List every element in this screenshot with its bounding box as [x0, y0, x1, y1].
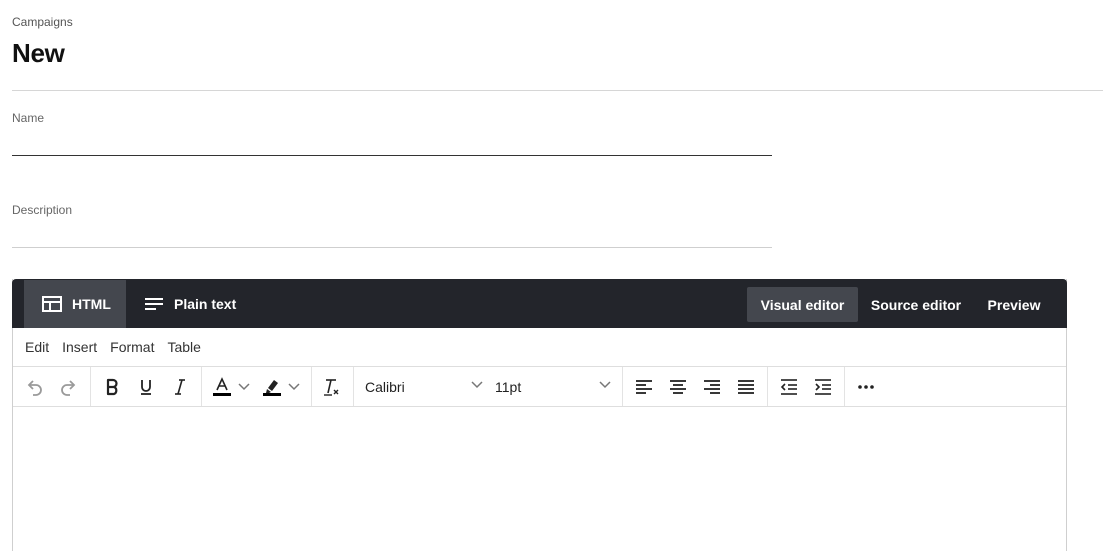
chevron-down-icon [471, 381, 483, 389]
menu-insert[interactable]: Insert [62, 339, 97, 355]
align-right-icon [704, 380, 720, 394]
name-label: Name [12, 111, 45, 125]
text-color-icon [213, 377, 231, 396]
clear-formatting-icon [324, 379, 339, 396]
editor-content-area[interactable] [13, 407, 1066, 551]
align-center-button[interactable] [665, 374, 691, 400]
more-icon [858, 385, 874, 389]
font-size-value: 11pt [495, 379, 522, 395]
bold-button[interactable] [99, 374, 125, 400]
menu-table[interactable]: Table [167, 339, 200, 355]
menu-edit[interactable]: Edit [25, 339, 49, 355]
undo-icon [27, 380, 42, 396]
tab-html[interactable]: HTML [24, 280, 126, 328]
chevron-down-icon [288, 383, 300, 391]
align-justify-icon [738, 380, 754, 394]
text-lines-icon [145, 298, 163, 310]
editor-toolbar: Calibri 11pt [13, 367, 1066, 407]
indent-icon [815, 379, 831, 395]
header-divider [12, 90, 1103, 91]
highlight-color-dropdown[interactable] [285, 374, 303, 400]
tab-plain-text[interactable]: Plain text [144, 280, 236, 328]
layout-icon [42, 296, 62, 312]
highlighter-icon [263, 380, 281, 396]
outdent-icon [780, 379, 797, 395]
source-editor-button[interactable]: Source editor [870, 287, 962, 322]
align-left-button[interactable] [631, 374, 657, 400]
outdent-button[interactable] [776, 374, 802, 400]
breadcrumb[interactable]: Campaigns [12, 15, 73, 29]
align-justify-button[interactable] [733, 374, 759, 400]
bold-icon [106, 378, 118, 396]
indent-button[interactable] [810, 374, 836, 400]
clear-formatting-button[interactable] [318, 374, 344, 400]
align-center-icon [670, 380, 686, 394]
underline-icon [141, 380, 151, 395]
tab-plain-text-label: Plain text [174, 296, 237, 312]
align-left-icon [636, 380, 652, 394]
italic-button[interactable] [167, 374, 193, 400]
font-family-select[interactable]: Calibri [365, 374, 483, 400]
font-family-value: Calibri [365, 379, 405, 395]
description-label: Description [12, 203, 73, 217]
rich-text-editor: HTML Plain text Visual editor Source edi… [12, 279, 1067, 551]
toolbar-separator [90, 367, 91, 406]
align-right-button[interactable] [699, 374, 725, 400]
toolbar-separator [844, 367, 845, 406]
tab-html-label: HTML [72, 296, 111, 312]
description-input[interactable] [12, 222, 772, 248]
name-input[interactable] [12, 130, 772, 156]
redo-icon [61, 380, 76, 396]
underline-button[interactable] [133, 374, 159, 400]
toolbar-separator [622, 367, 623, 406]
chevron-down-icon [599, 381, 611, 389]
toolbar-separator [353, 367, 354, 406]
page-title: New [12, 38, 65, 68]
chevron-down-icon [238, 383, 250, 391]
menu-format[interactable]: Format [110, 339, 154, 355]
editor-menubar: Edit Insert Format Table [13, 328, 1066, 367]
text-color-button[interactable] [209, 374, 235, 400]
toolbar-separator [311, 367, 312, 406]
highlight-color-button[interactable] [259, 374, 285, 400]
font-size-select[interactable]: 11pt [495, 374, 611, 400]
redo-button[interactable] [56, 374, 82, 400]
text-color-dropdown[interactable] [235, 374, 253, 400]
undo-button[interactable] [21, 374, 47, 400]
toolbar-separator [767, 367, 768, 406]
italic-icon [175, 379, 185, 395]
editor-topbar: HTML Plain text Visual editor Source edi… [12, 279, 1067, 328]
toolbar-separator [201, 367, 202, 406]
visual-editor-button[interactable]: Visual editor [747, 287, 858, 322]
preview-button[interactable]: Preview [985, 287, 1043, 322]
more-button[interactable] [853, 374, 879, 400]
